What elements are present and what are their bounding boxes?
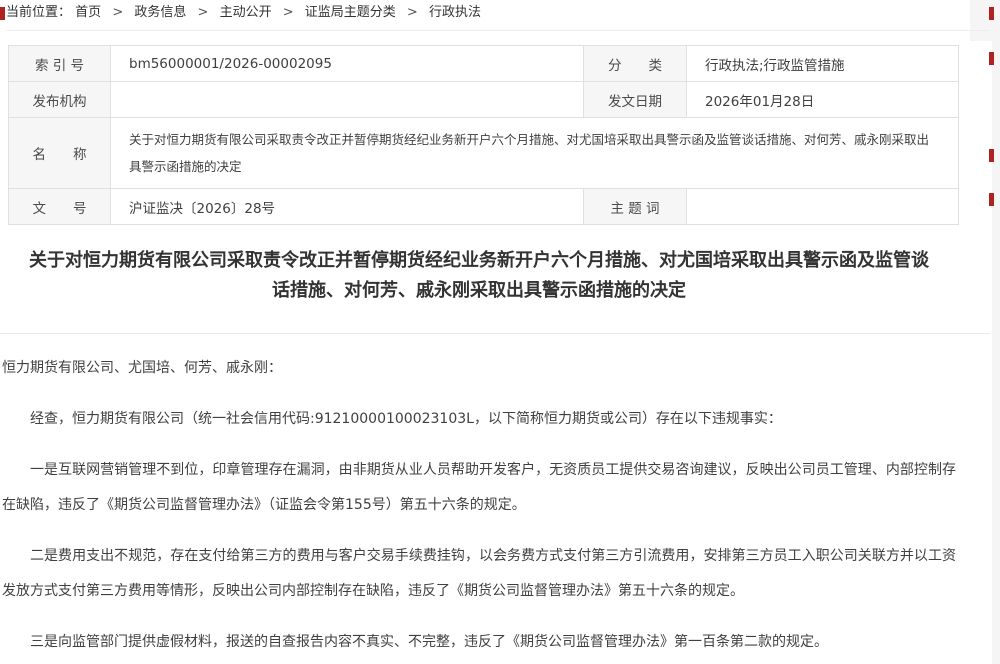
breadcrumb-separator: > [283, 5, 294, 20]
document-body-wrap: 恒力期货有限公司、尤国培、何芳、戚永刚： 经查，恒力期货有限公司（统一社会信用代… [0, 333, 958, 660]
index-number-value: bm56000001/2026-00002095 [111, 46, 584, 82]
table-row: 名 称 关于对恒力期货有限公司采取责令改正并暂停期货经纪业务新开户六个月措施、对… [9, 118, 959, 189]
violation-3-paragraph: 三是向监管部门提供虚假材料，报送的自查报告内容不真实、不完整，违反了《期货公司监… [2, 625, 956, 660]
breadcrumb: 当前位置： 首页 > 政务信息 > 主动公开 > 证监局主题分类 > 行政执法 [6, 0, 990, 31]
left-edge-red-marker [0, 7, 5, 20]
breadcrumb-item-home[interactable]: 首页 [75, 5, 101, 20]
document-title: 关于对恒力期货有限公司采取责令改正并暂停期货经纪业务新开户六个月措施、对尤国培采… [28, 246, 930, 306]
facts-intro-paragraph: 经查，恒力期货有限公司（统一社会信用代码:91210000100023103L，… [2, 402, 956, 437]
violation-2-paragraph: 二是费用支出不规范，存在支付给第三方的费用与客户交易手续费挂钩，以会务费方式支付… [2, 539, 956, 609]
page-right-gutter [992, 0, 1000, 664]
breadcrumb-separator: > [198, 5, 209, 20]
breadcrumb-prefix: 当前位置： [6, 5, 71, 20]
breadcrumb-item-bureau-topics[interactable]: 证监局主题分类 [305, 5, 396, 20]
breadcrumb-item-public-disclosure[interactable]: 主动公开 [220, 5, 272, 20]
salutation-paragraph: 恒力期货有限公司、尤国培、何芳、戚永刚： [2, 351, 956, 386]
name-value: 关于对恒力期货有限公司采取责令改正并暂停期货经纪业务新开户六个月措施、对尤国培采… [111, 118, 959, 189]
right-edge-red-marker [989, 149, 994, 162]
issue-date-label: 发文日期 [584, 82, 687, 118]
breadcrumb-separator: > [407, 5, 418, 20]
right-edge-red-marker [989, 193, 994, 206]
issuing-agency-label: 发布机构 [9, 82, 111, 118]
name-label: 名 称 [9, 118, 111, 189]
breadcrumb-item-enforcement[interactable]: 行政执法 [429, 5, 481, 20]
document-content: 关于对恒力期货有限公司采取责令改正并暂停期货经纪业务新开户六个月措施、对尤国培采… [0, 216, 958, 306]
table-row: 索 引 号 bm56000001/2026-00002095 分 类 行政执法;… [9, 46, 959, 82]
document-page: 当前位置： 首页 > 政务信息 > 主动公开 > 证监局主题分类 > 行政执法 … [0, 0, 1000, 664]
breadcrumb-item-gov-info[interactable]: 政务信息 [134, 5, 186, 20]
document-body: 恒力期货有限公司、尤国培、何芳、戚永刚： 经查，恒力期货有限公司（统一社会信用代… [2, 351, 956, 660]
issue-date-value: 2026年01月28日 [687, 82, 959, 118]
right-edge-red-marker [989, 52, 994, 65]
table-row: 发布机构 发文日期 2026年01月28日 [9, 82, 959, 118]
violation-1-paragraph: 一是互联网营销管理不到位，印章管理存在漏洞，由非期货从业人员帮助开发客户，无资质… [2, 453, 956, 523]
issuing-agency-value [111, 82, 584, 118]
breadcrumb-separator: > [112, 5, 123, 20]
category-label: 分 类 [584, 46, 687, 82]
index-number-label: 索 引 号 [9, 46, 111, 82]
category-value: 行政执法;行政监管措施 [687, 46, 959, 82]
document-metadata-table: 索 引 号 bm56000001/2026-00002095 分 类 行政执法;… [8, 45, 959, 225]
